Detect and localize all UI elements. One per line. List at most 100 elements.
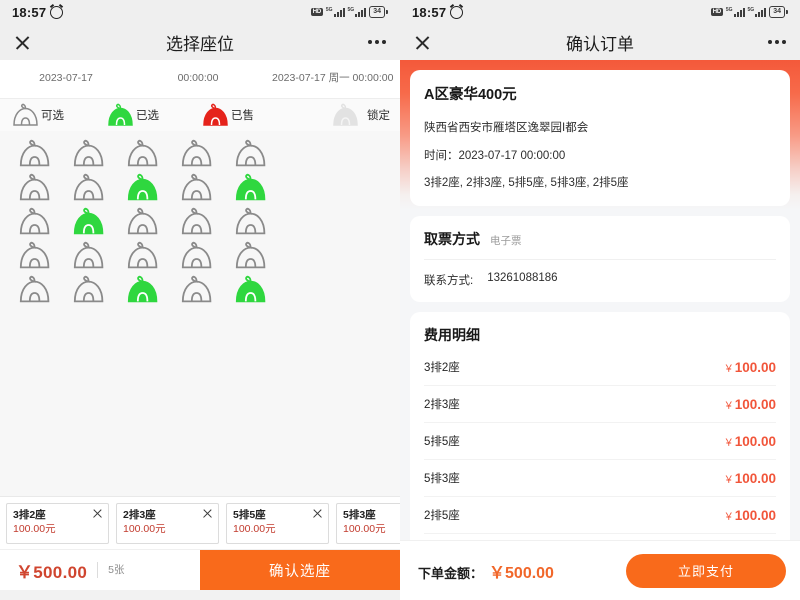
battery-tip (386, 10, 388, 14)
signal-icon-1: 5G (326, 8, 345, 17)
seat-row (12, 241, 388, 271)
fee-rows: 3排2座￥100.002排3座￥100.005排5座￥100.005排3座￥10… (424, 349, 776, 570)
status-bar-right-group-r: HD 5G 5G 34 (711, 6, 788, 18)
seat-1-2-available[interactable] (66, 139, 110, 169)
seat-1-1-available[interactable] (12, 139, 56, 169)
signal-icon-2: 5G (348, 8, 367, 17)
seat-3-4-available[interactable] (174, 207, 218, 237)
seat-chip-price: 100.00元 (343, 522, 400, 537)
seat-chip: 2排3座100.00元 (116, 503, 219, 544)
seat-1-3-available[interactable] (120, 139, 164, 169)
status-time-r: 18:57 (412, 5, 446, 20)
network-type-label-1-r: 5G (726, 8, 733, 13)
seat-5-1-available[interactable] (12, 275, 56, 305)
confirm-seats-button[interactable]: 确认选座 (200, 550, 400, 590)
order-pay-bar: 下单金额： ￥500.00 立即支付 (400, 540, 800, 600)
seat-2-4-available[interactable] (174, 173, 218, 203)
seat-3-5-available[interactable] (228, 207, 272, 237)
order-body: A区豪华400元 陕西省西安市雁塔区逸翠园I都会 时间：2023-07-17 0… (400, 60, 800, 600)
close-icon[interactable] (14, 34, 31, 51)
dual-screenshot-container: 18:57 HD 5G 5G 34 选择座 (0, 0, 800, 600)
left-bottom-bar: 3排2座100.00元2排3座100.00元5排5座100.00元5排3座100… (0, 496, 400, 600)
seat-chip-remove-icon[interactable] (312, 508, 323, 519)
fee-row-amount: ￥100.00 (724, 360, 776, 375)
page-title-r: 确认订单 (400, 30, 800, 55)
legend-label-selected: 已选 (136, 107, 159, 123)
seat-2-5-selected[interactable] (228, 173, 272, 203)
session-full: 2023-07-17 周一 00:00:00 (264, 72, 400, 85)
order-amount-label: 下单金额： (418, 563, 483, 582)
more-dots-icon[interactable] (368, 40, 386, 44)
legend-item-locked: 锁定 (295, 103, 390, 128)
seat-3-1-available[interactable] (12, 207, 56, 237)
legend-label-sold: 已售 (231, 107, 254, 123)
session-time: 00:00:00 (132, 72, 264, 85)
legend-label-locked: 锁定 (367, 107, 390, 123)
fee-row-label: 3排2座 (424, 359, 460, 375)
network-type-label-2-r: 5G (748, 8, 755, 13)
event-info-card: A区豪华400元 陕西省西安市雁塔区逸翠园I都会 时间：2023-07-17 0… (410, 70, 790, 206)
battery-icon: 34 (369, 6, 388, 18)
fee-row-amount: ￥100.00 (724, 434, 776, 449)
seat-icon-sold (200, 103, 230, 128)
seat-pay-bar: ￥500.00 5张 确认选座 (0, 549, 400, 590)
fee-row-amount: ￥100.00 (724, 397, 776, 412)
fee-row: 2排5座￥100.00 (424, 497, 776, 534)
seat-chip-remove-icon[interactable] (202, 508, 213, 519)
seat-2-1-available[interactable] (12, 173, 56, 203)
seat-chip-remove-icon[interactable] (92, 508, 103, 519)
session-info-row: 2023-07-17 00:00:00 2023-07-17 周一 00:00:… (0, 60, 400, 99)
seat-5-5-selected[interactable] (228, 275, 272, 305)
fee-row: 3排2座 ￥100.00 (424, 349, 776, 386)
order-amount-group: 下单金额： ￥500.00 (418, 559, 554, 583)
close-icon-r[interactable] (414, 34, 431, 51)
order-confirm-screen: 18:57 HD 5G 5G 34 确认订 (400, 0, 800, 600)
more-dots-icon-r[interactable] (768, 40, 786, 44)
battery-tip-r (786, 10, 788, 14)
seat-4-5-available[interactable] (228, 241, 272, 271)
fee-row-amount: ￥100.00 (724, 471, 776, 486)
seat-selection-screen: 18:57 HD 5G 5G 34 选择座 (0, 0, 400, 600)
legend-item-selected: 已选 (105, 103, 200, 128)
session-date: 2023-07-17 (0, 72, 132, 85)
ticket-method-card: 取票方式 电子票 联系方式: 13261088186 (410, 216, 790, 302)
event-time: 时间：2023-07-17 00:00:00 (424, 148, 776, 165)
hd-icon: HD (311, 8, 323, 16)
seat-5-4-available[interactable] (174, 275, 218, 305)
battery-icon-r: 34 (769, 6, 788, 18)
fee-detail-title: 费用明细 (424, 325, 776, 345)
signal-bars-2-r (755, 8, 766, 17)
pay-now-button[interactable]: 立即支付 (626, 554, 786, 588)
event-seats: 3排2座, 2排3座, 5排5座, 5排3座, 2排5座 (424, 175, 776, 192)
fee-row: 5排3座￥100.00 (424, 460, 776, 497)
alarm-clock-icon (50, 6, 63, 19)
seat-1-5-available[interactable] (228, 139, 272, 169)
signal-icon-2-r: 5G (748, 8, 767, 17)
seat-chip-label: 2排3座 (123, 509, 212, 523)
seat-1-4-available[interactable] (174, 139, 218, 169)
seat-3-2-selected[interactable] (66, 207, 110, 237)
seat-legend: 可选 已选 已售 (0, 99, 400, 131)
fee-row-label: 2排5座 (424, 507, 460, 523)
seat-5-3-selected[interactable] (120, 275, 164, 305)
contact-row: 联系方式: 13261088186 (424, 260, 776, 288)
hd-icon-r: HD (711, 8, 723, 16)
contact-label: 联系方式: (424, 272, 473, 288)
seat-3-3-available[interactable] (120, 207, 164, 237)
legend-item-sold: 已售 (200, 103, 295, 128)
seat-pay-summary: ￥500.00 5张 (0, 550, 200, 590)
seat-2-2-available[interactable] (66, 173, 110, 203)
seat-4-1-available[interactable] (12, 241, 56, 271)
seat-5-2-available[interactable] (66, 275, 110, 305)
battery-level-label-r: 34 (769, 6, 785, 18)
fee-row: 2排3座￥100.00 (424, 386, 776, 423)
home-indicator-area (0, 590, 400, 600)
seat-row (12, 139, 388, 169)
seat-chip-label: 3排2座 (13, 509, 102, 523)
seat-2-3-selected[interactable] (120, 173, 164, 203)
alarm-clock-icon-r (450, 6, 463, 19)
seat-chip-price: 100.00元 (123, 522, 212, 537)
seat-4-3-available[interactable] (120, 241, 164, 271)
seat-4-2-available[interactable] (66, 241, 110, 271)
seat-4-4-available[interactable] (174, 241, 218, 271)
